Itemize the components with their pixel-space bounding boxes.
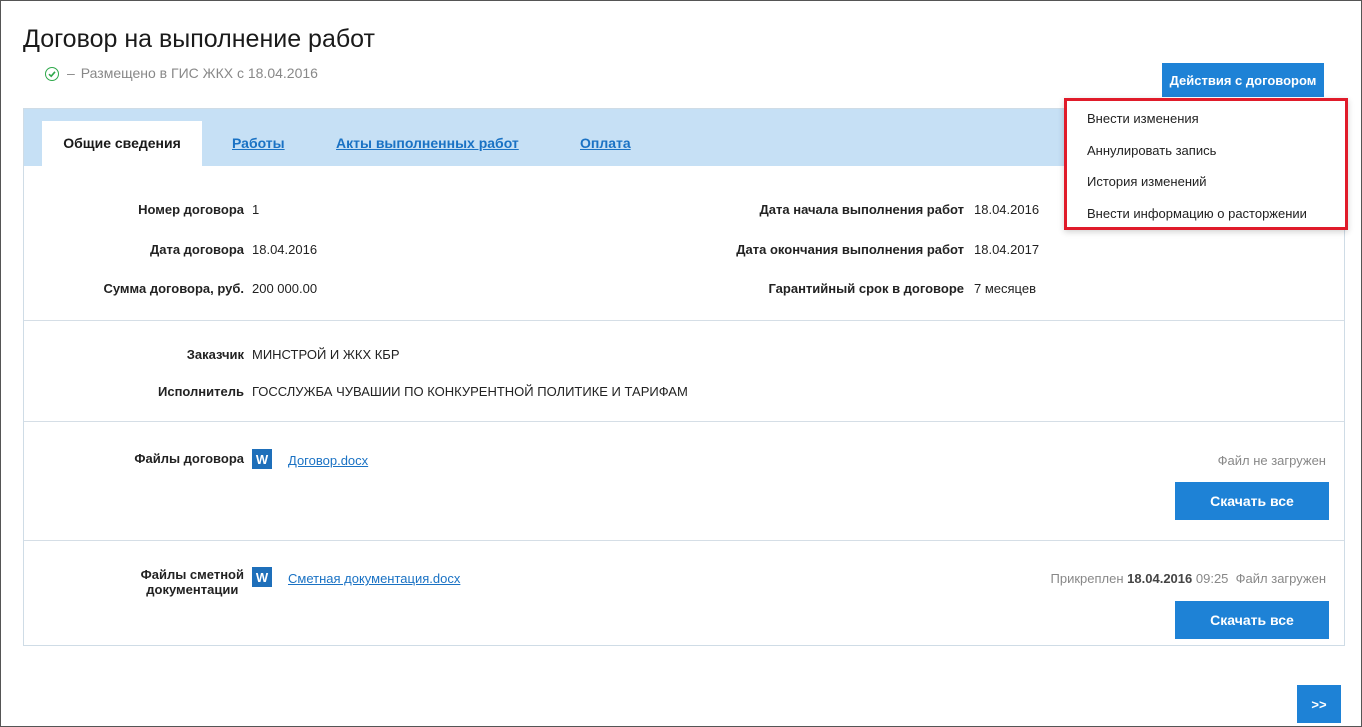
contract-actions-button[interactable]: Действия с договором [1162,63,1324,97]
contract-file-status: Файл не загружен [1217,453,1326,468]
menu-item-history[interactable]: История изменений [1067,170,1345,202]
divider [24,320,1344,321]
divider [24,540,1344,541]
end-date-value: 18.04.2017 [974,242,1040,257]
start-date-label: Дата начала выполнения работ [759,202,964,217]
contract-date-label: Дата договора [149,242,244,257]
estimate-files-label-line1: Файлы сметной [140,567,244,582]
tab-payment[interactable]: Оплата [580,121,631,166]
customer-value: МИНСТРОЙ И ЖКХ КБР [252,347,400,362]
tab-general[interactable]: Общие сведения [42,121,202,166]
page-title: Договор на выполнение работ [23,25,375,53]
contract-file-link[interactable]: Договор.docx [288,453,368,468]
contract-sum-value: 200 000.00 [252,281,318,296]
estimate-file-meta: Прикреплен 18.04.2016 09:25 Файл загруже… [1051,571,1326,586]
download-all-estimate-button[interactable]: Скачать все [1175,601,1329,639]
word-file-icon: W [252,449,272,469]
contractor-value: ГОССЛУЖБА ЧУВАШИИ ПО КОНКУРЕНТНОЙ ПОЛИТИ… [252,384,688,399]
download-all-contract-button[interactable]: Скачать все [1175,482,1329,520]
word-file-icon: W [252,567,272,587]
menu-item-annul[interactable]: Аннулировать запись [1067,139,1345,171]
attached-prefix: Прикреплен [1050,571,1124,586]
actions-dropdown-menu: Внести изменения Аннулировать запись Ист… [1064,98,1348,230]
contract-number-label: Номер договора [138,202,244,217]
attached-date: 18.04.2016 [1127,571,1193,586]
warranty-label: Гарантийный срок в договоре [768,281,964,296]
contract-number-value: 1 [252,202,260,217]
contract-files-label: Файлы договора [134,451,244,466]
estimate-files-label-line2: документации [146,582,239,597]
attached-time: 09:25 [1195,571,1229,586]
status-dash: – [67,65,75,81]
menu-item-edit[interactable]: Внести изменения [1067,107,1345,139]
estimate-file-status: Файл загружен [1235,571,1326,586]
start-date-value: 18.04.2016 [974,202,1040,217]
menu-item-termination[interactable]: Внести информацию о расторжении [1067,202,1345,234]
divider [24,421,1344,422]
status-text: Размещено в ГИС ЖКХ с 18.04.2016 [80,65,318,81]
check-circle-icon [45,67,59,81]
warranty-value: 7 месяцев [974,281,1036,296]
contract-date-value: 18.04.2016 [252,242,318,257]
next-page-button[interactable]: >> [1297,685,1341,723]
estimate-files-label: Файлы сметной документации [141,567,244,597]
status-line: – Размещено в ГИС ЖКХ с 18.04.2016 [45,65,318,81]
end-date-label: Дата окончания выполнения работ [736,242,964,257]
estimate-file-link[interactable]: Сметная документация.docx [288,571,460,586]
tab-acts[interactable]: Акты выполненных работ [336,121,519,166]
contractor-label: Исполнитель [158,384,244,399]
customer-label: Заказчик [186,347,244,362]
contract-sum-label: Сумма договора, руб. [103,281,244,296]
tab-works[interactable]: Работы [232,121,285,166]
